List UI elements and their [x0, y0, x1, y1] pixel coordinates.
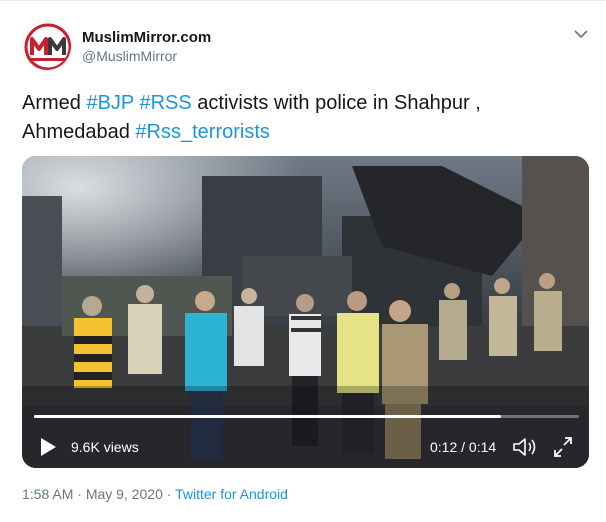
hashtag-rss[interactable]: #RSS — [139, 92, 191, 114]
avatar[interactable] — [22, 21, 72, 71]
display-name[interactable]: MuslimMirror.com — [82, 29, 211, 46]
video-frame — [22, 156, 589, 468]
meta-separator: · — [162, 486, 176, 502]
play-icon[interactable] — [37, 435, 59, 459]
tweet-text: Armed #BJP #RSS activists with police in… — [22, 89, 582, 147]
tweet-text-segment: activists with police in Shahpur , — [191, 92, 481, 114]
tweet-meta: 1:58 AM · May 9, 2020 · Twitter for Andr… — [22, 486, 288, 502]
hashtag-rss-terrorists[interactable]: #Rss_terrorists — [135, 121, 269, 143]
meta-separator: · — [73, 486, 86, 502]
hashtag-bjp[interactable]: #BJP — [86, 92, 133, 114]
tweet-text-segment: Ahmedabad — [22, 121, 136, 143]
tweet-date[interactable]: May 9, 2020 — [86, 486, 163, 502]
tweet-time[interactable]: 1:58 AM — [22, 486, 73, 502]
video-time: 0:12 / 0:14 — [430, 439, 497, 455]
user-handle[interactable]: @MuslimMirror — [82, 48, 177, 64]
muslim-mirror-logo — [24, 23, 71, 70]
fullscreen-icon[interactable] — [552, 435, 574, 459]
volume-icon[interactable] — [512, 435, 538, 459]
tweet-text-segment: Armed — [22, 92, 87, 114]
view-count: 9.6K views — [71, 439, 139, 455]
tweet-header: MuslimMirror.com @MuslimMirror — [22, 21, 592, 73]
chevron-down-icon[interactable] — [574, 29, 588, 39]
video-progress-fill — [34, 415, 502, 418]
video-progress-bar[interactable] — [34, 415, 579, 418]
tweet-card: MuslimMirror.com @MuslimMirror Armed #BJ… — [0, 0, 606, 522]
tweet-source[interactable]: Twitter for Android — [175, 486, 288, 502]
video-player[interactable]: 9.6K views 0:12 / 0:14 — [22, 156, 589, 468]
